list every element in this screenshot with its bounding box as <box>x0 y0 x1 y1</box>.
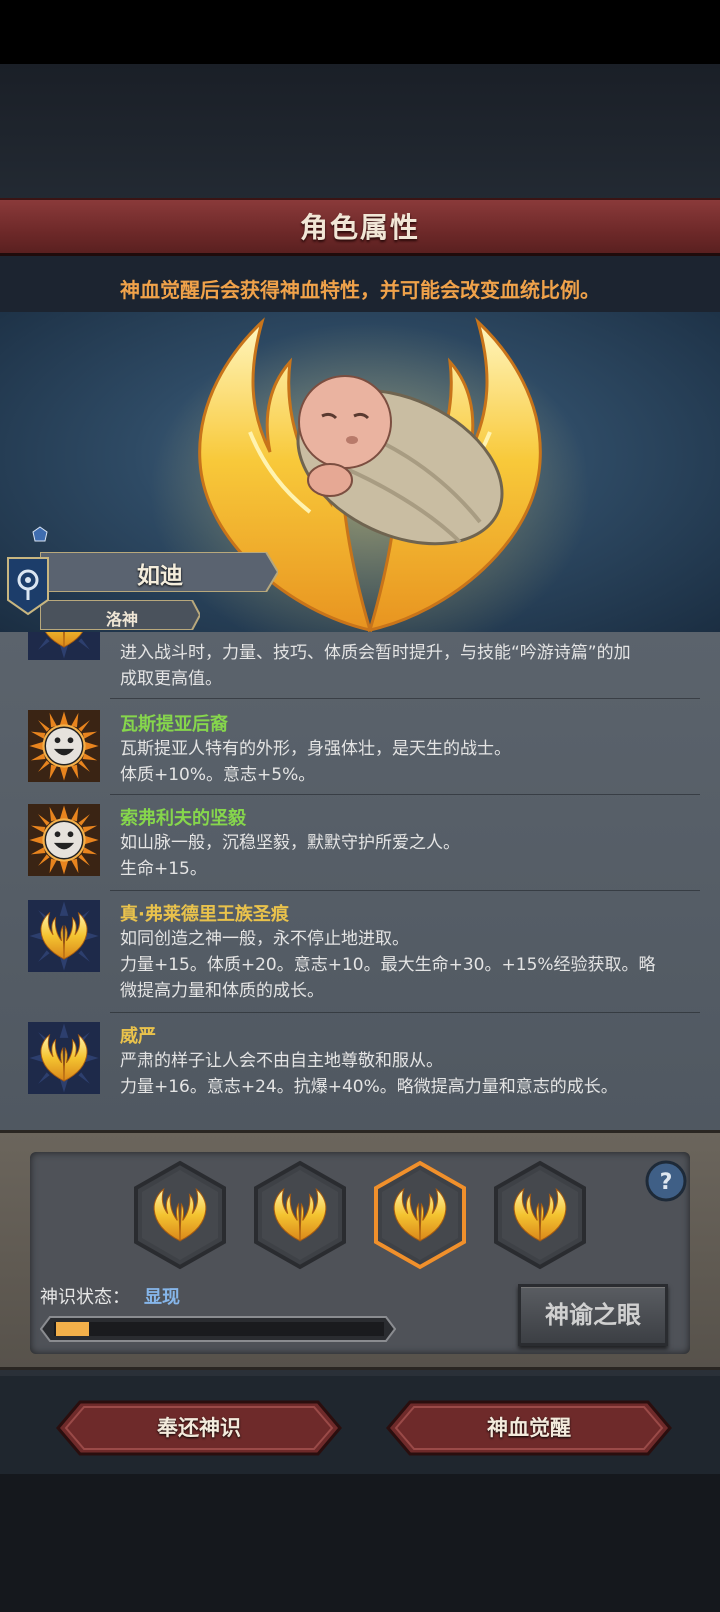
trait-name: 索弗利夫的坚毅 <box>120 808 246 829</box>
smiley-face-icon <box>28 804 100 876</box>
divider <box>110 698 700 699</box>
character-name: 如迪 <box>137 563 183 589</box>
trait-description: 如同创造之神一般，永不停止地进取。 <box>120 929 409 949</box>
divider <box>110 890 700 891</box>
character-god: 洛神 <box>105 610 138 629</box>
status-value: 显现 <box>144 1287 180 1308</box>
trait-description: 力量+16。意志+24。抗爆+40%。略微提高力量和意志的成长。 <box>120 1077 618 1097</box>
divider <box>110 1012 700 1013</box>
bottom-area <box>0 1474 720 1612</box>
golden-wings-icon <box>28 632 100 660</box>
trait-description: 如山脉一般，沉稳坚毅，默默守护所爱之人。 <box>120 833 460 853</box>
trait-description: 生命+15。 <box>120 859 207 879</box>
badge-icon <box>32 526 48 542</box>
divine-slot-1[interactable] <box>132 1160 228 1270</box>
divider <box>110 794 700 795</box>
divine-slot-3-selected[interactable] <box>372 1160 468 1270</box>
trait-name: 瓦斯提亚后裔 <box>120 714 228 735</box>
oracle-eye-button[interactable]: 神谕之眼 <box>518 1284 668 1346</box>
divine-slot-4[interactable] <box>492 1160 588 1270</box>
traits-list[interactable]: 进入战斗时，力量、技巧、体质会暂时提升，与技能“吟游诗篇”的加 成取更高值。 瓦… <box>0 632 720 1130</box>
trait-description: 严肃的样子让人会不由自主地尊敬和服从。 <box>120 1051 443 1071</box>
trait-description: 体质+10%。意志+5%。 <box>120 765 316 785</box>
divine-slot-2[interactable] <box>252 1160 348 1270</box>
status-bar-area <box>0 0 720 64</box>
golden-wings-icon <box>28 900 100 972</box>
eye-crest-icon <box>7 557 49 616</box>
trait-description: 进入战斗时，力量、技巧、体质会暂时提升，与技能“吟游诗篇”的加 <box>120 643 631 663</box>
return-divine-button[interactable]: 奉还神识 <box>56 1400 342 1456</box>
trait-description: 微提高力量和体质的成长。 <box>120 981 324 1001</box>
trait-description: 成取更高值。 <box>120 669 222 689</box>
help-icon: ? <box>660 1170 673 1195</box>
oracle-eye-label: 神谕之眼 <box>545 1301 641 1329</box>
trait-description: 力量+15。体质+20。意志+10。最大生命+30。+15%经验获取。略 <box>120 955 656 975</box>
return-divine-label: 奉还神识 <box>157 1416 241 1440</box>
trait-name: 真·弗莱德里王族圣痕 <box>120 904 289 925</box>
page-subtitle: 神血觉醒后会获得神血特性，并可能会改变血统比例。 <box>120 278 600 302</box>
page-title: 角色属性 <box>299 211 420 244</box>
smiley-face-icon <box>28 710 100 782</box>
progress-fill <box>56 1322 89 1336</box>
trait-description: 瓦斯提亚人特有的外形，身强体壮，是天生的战士。 <box>120 739 511 759</box>
golden-wings-icon <box>28 1022 100 1094</box>
help-button[interactable]: ? <box>645 1160 687 1202</box>
progress-track <box>40 1316 396 1342</box>
blood-awaken-label: 神血觉醒 <box>487 1416 571 1440</box>
status-label: 神识状态： <box>40 1287 130 1308</box>
blood-awaken-button[interactable]: 神血觉醒 <box>386 1400 672 1456</box>
trait-name: 威严 <box>120 1026 156 1047</box>
